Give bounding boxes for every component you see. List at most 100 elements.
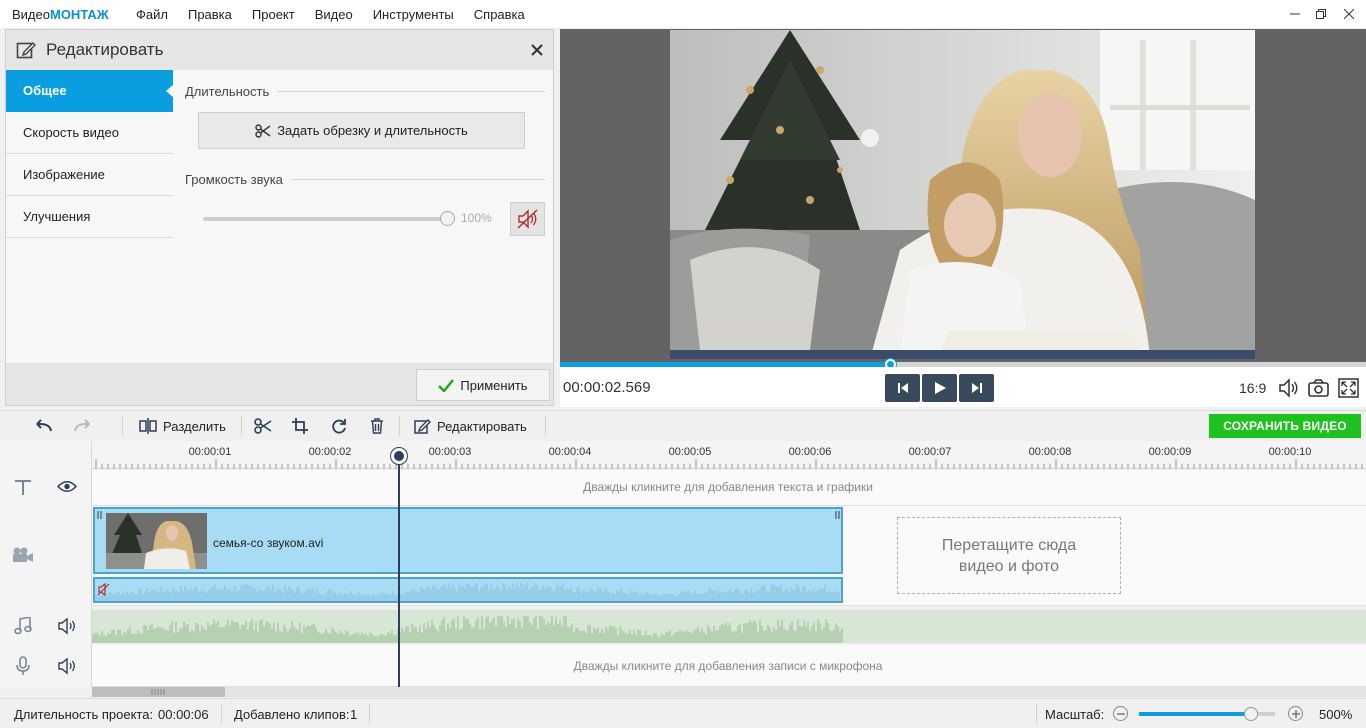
mute-button[interactable] (510, 202, 545, 236)
zoom-slider-thumb[interactable] (1243, 707, 1258, 721)
clip-right-handle-icon[interactable] (835, 511, 841, 519)
volume-slider-thumb[interactable] (440, 211, 455, 226)
save-video-button[interactable]: СОХРАНИТЬ ВИДЕО (1209, 414, 1361, 438)
split-icon (139, 418, 157, 434)
trash-icon (371, 418, 383, 434)
volume-section-label: Громкость звука (185, 172, 283, 187)
zoom-label: Масштаб: (1045, 707, 1105, 722)
edit-panel-header: Редактировать (6, 30, 553, 70)
aspect-ratio[interactable]: 16:9 (1239, 380, 1266, 396)
music-volume-icon[interactable] (57, 617, 77, 635)
plus-icon (1291, 709, 1300, 718)
next-frame-button[interactable] (959, 374, 994, 402)
maximize-button[interactable] (1306, 0, 1336, 28)
menu-video[interactable]: Видео (315, 7, 353, 22)
ruler-label: 00:00:10 (1268, 446, 1312, 458)
video-frame[interactable] (670, 30, 1255, 359)
tab-video-speed[interactable]: Скорость видео (6, 112, 173, 154)
microphone-icon (16, 656, 30, 675)
play-icon (934, 382, 946, 394)
title-bar: ВидеоМОНТАЖ Файл Правка Проект Видео Инс… (0, 0, 1366, 28)
apply-button[interactable]: Применить (416, 369, 550, 401)
zoom-value: 500% (1319, 707, 1353, 722)
timeline-scrollbar-thumb[interactable] (92, 687, 225, 697)
music-track[interactable] (92, 610, 1366, 643)
edit-pencil-icon (414, 419, 431, 434)
player-controls: 00:00:02.569 16:9 (560, 367, 1366, 407)
apply-button-label: Применить (460, 377, 528, 393)
drop-hint-line2: видео и фото (958, 557, 1060, 575)
skip-back-icon (897, 383, 908, 393)
minus-icon (1116, 712, 1125, 715)
checkmark-icon (438, 378, 455, 392)
timecode: 00:00:02.569 (563, 379, 651, 396)
clip-audio[interactable] (93, 577, 843, 603)
maximize-icon (1316, 9, 1326, 19)
trim-button-label: Задать обрезку и длительность (277, 123, 468, 138)
drop-zone[interactable]: Перетащите сюда видео и фото (897, 517, 1121, 594)
ruler-label: 00:00:07 (908, 446, 952, 458)
previous-frame-button[interactable] (885, 374, 920, 402)
undo-button[interactable] (34, 416, 54, 436)
menu-file[interactable]: Файл (136, 7, 168, 22)
microphone-track[interactable]: Дважды кликните для добавления записи с … (92, 645, 1366, 687)
volume-icon[interactable] (1278, 378, 1300, 398)
video-camera-icon (13, 547, 33, 562)
playhead[interactable] (398, 449, 400, 687)
ruler-label: 00:00:08 (1028, 446, 1072, 458)
trim-duration-button[interactable]: Задать обрезку и длительность (198, 112, 525, 149)
menu-project[interactable]: Проект (252, 7, 295, 22)
video-clip[interactable]: семья-со звуком.avi (93, 507, 843, 574)
fullscreen-icon[interactable] (1338, 378, 1360, 398)
duration-section: Длительность (185, 84, 545, 99)
timeline-scrollbar[interactable] (92, 687, 1366, 697)
project-duration-value: 00:00:06 (158, 707, 209, 722)
ruler-ticks (95, 459, 1363, 469)
eye-icon[interactable] (57, 480, 77, 493)
crop-button[interactable] (292, 416, 308, 436)
clip-muted-icon[interactable] (98, 583, 111, 596)
clip-left-handle-icon[interactable] (97, 511, 103, 519)
clip-thumbnail (106, 513, 207, 569)
zoom-out-button[interactable] (1113, 706, 1128, 721)
ruler-label: 00:00:01 (188, 446, 232, 458)
play-button[interactable] (922, 374, 957, 402)
mic-volume-icon[interactable] (57, 657, 77, 675)
clips-added-value: 1 (350, 707, 358, 722)
minimize-icon (1290, 13, 1300, 15)
status-bar: Длительность проекта: 00:00:06 Добавлено… (0, 698, 1366, 728)
cut-button[interactable] (254, 416, 272, 436)
snapshot-camera-icon[interactable] (1308, 378, 1330, 398)
redo-button[interactable] (72, 416, 92, 436)
split-label: Разделить (163, 418, 226, 434)
ruler-label: 00:00:06 (788, 446, 832, 458)
text-track-icon (15, 480, 31, 495)
tab-enhancements[interactable]: Улучшения (6, 196, 173, 238)
menu-edit[interactable]: Правка (188, 7, 232, 22)
split-button[interactable]: Разделить (139, 416, 226, 436)
tab-general[interactable]: Общее (6, 70, 173, 112)
edit-clip-button[interactable]: Редактировать (414, 416, 527, 436)
zoom-in-button[interactable] (1288, 706, 1303, 721)
delete-button[interactable] (370, 416, 384, 436)
project-duration-label: Длительность проекта: (14, 707, 154, 722)
text-track[interactable]: Дважды кликните для добавления текста и … (92, 470, 1366, 506)
volume-slider[interactable] (203, 217, 450, 221)
clip-audio-waveform (95, 583, 840, 601)
zoom-slider[interactable] (1139, 707, 1275, 721)
ruler-label: 00:00:05 (668, 446, 712, 458)
playhead-handle[interactable] (391, 448, 407, 464)
microphone-track-hint: Дважды кликните для добавления записи с … (573, 659, 883, 673)
timeline-ruler[interactable]: 00:00:01 00:00:02 00:00:03 00:00:04 00:0… (92, 441, 1366, 469)
edit-icon (16, 41, 36, 59)
timeline-toolbar: Разделить Редактировать СОХРАНИТЬ ВИДЕО (0, 410, 1366, 440)
tab-image[interactable]: Изображение (6, 154, 173, 196)
edit-panel-title: Редактировать (46, 40, 164, 59)
logo-text-1: Видео (12, 6, 50, 22)
menu-tools[interactable]: Инструменты (373, 7, 454, 22)
menu-help[interactable]: Справка (474, 7, 525, 22)
close-panel-icon[interactable] (531, 44, 543, 56)
rotate-button[interactable] (331, 416, 347, 436)
close-window-button[interactable] (1334, 0, 1364, 28)
drop-hint-line1: Перетащите сюда (941, 536, 1077, 554)
